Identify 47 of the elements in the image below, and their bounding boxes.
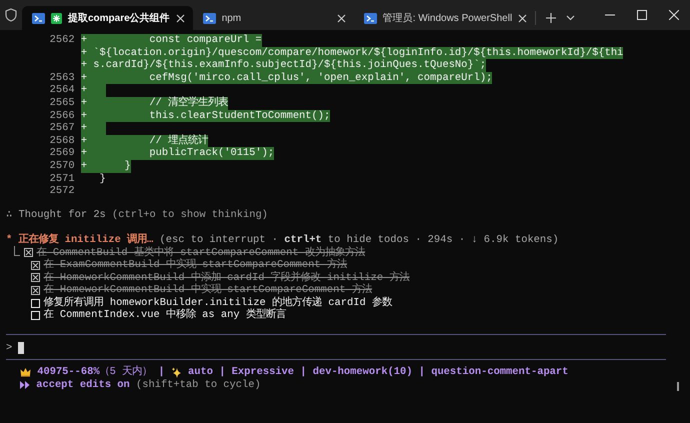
thinking-hint: (ctrl+o to show thinking) [112, 208, 268, 221]
shield-icon [5, 8, 17, 22]
terminal-icon [364, 12, 377, 24]
terminal-icon [32, 12, 45, 24]
close-icon[interactable] [336, 14, 346, 22]
todo-item: 在 HomeworkCommentBuild 中实现 startCompareComment 方法 [44, 284, 372, 296]
close-icon[interactable] [669, 10, 679, 20]
todo-item: 修复所有调用 homeworkBuilder.initilize 的地方传递 cardId 参数 [44, 296, 392, 309]
tree-branch-line [14, 246, 20, 256]
asterisk-icon [51, 12, 62, 24]
task-hint: (esc to interrupt · ctrl+t to hide todos · 294s · ↓ 6.9k tokens) [160, 234, 559, 246]
todo-item: 在 CommentIndex.vue 中移除 as any 类型断言 [44, 309, 286, 322]
maximize-icon[interactable] [637, 10, 647, 20]
mode-label: accept edits on [36, 378, 130, 392]
fast-forward-icon [20, 380, 30, 389]
mode-hint: (shift+tab to cycle) [136, 378, 261, 392]
thinking-status: ∴ Thought for 2s [6, 208, 107, 221]
terminal-tab[interactable]: 提取compare公共组件 [22, 6, 193, 30]
status-text: auto | Expressive | dev-homework(10) | question-comment-apart [188, 366, 568, 379]
line-number: 2570 [48, 160, 75, 173]
status-text: 40975--68%（5 天内） | [37, 366, 165, 379]
line-number: 2562 [48, 34, 75, 47]
close-icon[interactable] [518, 14, 528, 22]
line-number: 2572 [48, 185, 75, 198]
line-number: 2564 [48, 84, 75, 97]
close-icon[interactable] [176, 14, 185, 22]
line-number: 2565 [48, 96, 75, 110]
line-number: 2563 [48, 72, 75, 84]
code-line: } [98, 172, 106, 186]
todo-item: 在 ExamCommentBuild 中实现 startCompareComment 方法 [44, 259, 347, 272]
line-number: 2571 [48, 172, 75, 186]
sparkle-icon [170, 366, 182, 378]
todo-item: 在 CommentBuild 基类中将 startCompareComment 改为抽象方法 [36, 246, 365, 258]
todo-item: 在 HomeworkCommentBuild 中添加 cardId 字段并修改 initilize 方法 [44, 272, 410, 284]
terminal-icon [202, 12, 216, 24]
line-number: 2569 [48, 147, 75, 160]
terminal-tab[interactable]: npm [192, 6, 354, 30]
terminal-tab[interactable]: 管理员: Windows PowerShell [354, 6, 536, 30]
plus-icon[interactable] [546, 13, 556, 23]
scrollbar-thumb[interactable] [677, 382, 679, 392]
line-number: 2566 [48, 110, 75, 122]
line-number: 2568 [48, 134, 75, 148]
line-number: 2567 [48, 122, 75, 135]
crown-icon [20, 367, 31, 378]
chevron-down-icon[interactable] [566, 15, 576, 21]
task-title: * 正在修复 initilize 调用… [6, 234, 154, 246]
prompt-input[interactable]: > [6, 341, 666, 354]
